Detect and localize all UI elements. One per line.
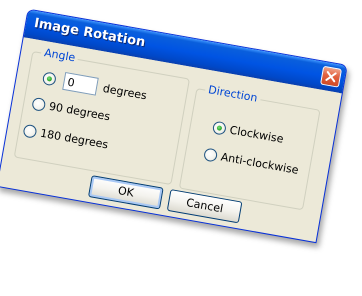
radio-clockwise-row[interactable]: Clockwise [211, 120, 285, 146]
radio-90-degrees-row[interactable]: 90 degrees [31, 96, 112, 124]
screenshot-stage: Image Rotation Angle degrees 90 degrees [0, 0, 362, 296]
radio-anti-clockwise-label: Anti-clockwise [219, 150, 300, 177]
close-icon [325, 71, 337, 83]
radio-clockwise-label: Clockwise [228, 123, 285, 146]
close-button[interactable] [320, 65, 343, 88]
direction-group-label: Direction [204, 82, 262, 106]
custom-angle-row: degrees [41, 68, 148, 104]
custom-angle-radio[interactable] [41, 70, 57, 86]
radio-anti-clockwise[interactable] [203, 147, 219, 163]
radio-90-degrees-label: 90 degrees [47, 99, 112, 124]
radio-180-degrees-row[interactable]: 180 degrees [22, 123, 110, 152]
radio-90-degrees[interactable] [31, 96, 47, 112]
degrees-suffix-label: degrees [102, 81, 148, 102]
angle-group: Angle degrees 90 degrees 180 degrees [13, 45, 191, 186]
direction-group: Direction Clockwise Anti-clockwise [178, 82, 321, 211]
radio-clockwise[interactable] [211, 120, 227, 136]
radio-180-degrees-label: 180 degrees [39, 126, 110, 152]
radio-180-degrees[interactable] [22, 123, 38, 139]
angle-group-label: Angle [40, 45, 80, 65]
radio-anti-clockwise-row[interactable]: Anti-clockwise [203, 147, 300, 177]
image-rotation-dialog: Image Rotation Angle degrees 90 degrees [0, 8, 348, 244]
angle-value-input[interactable] [62, 71, 99, 96]
